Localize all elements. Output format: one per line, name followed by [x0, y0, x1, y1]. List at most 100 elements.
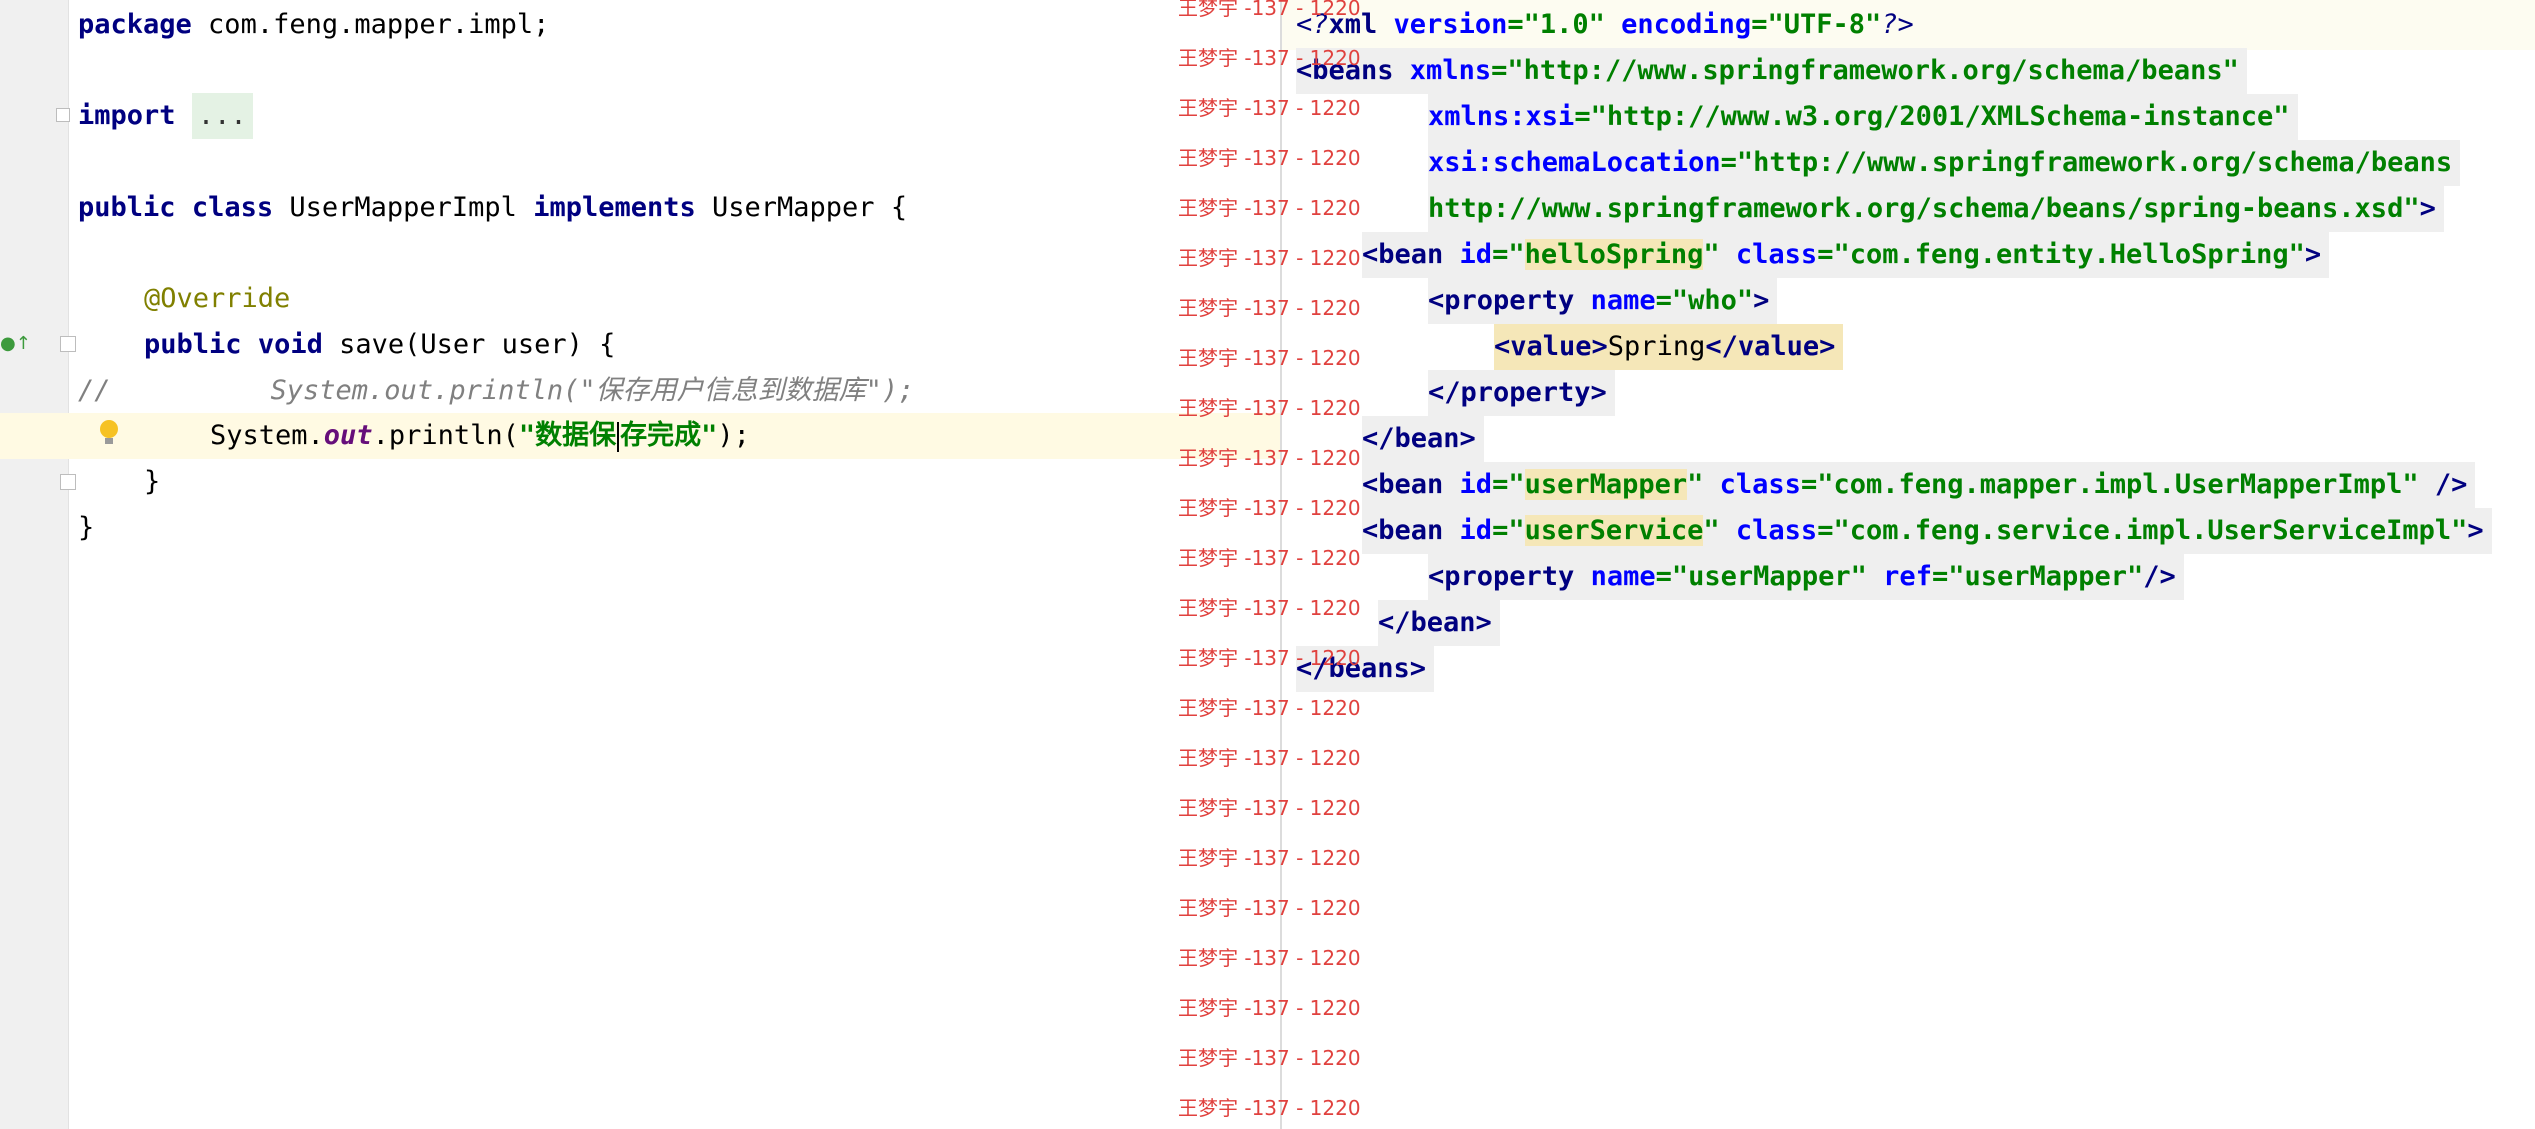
keyword-implements: implements — [533, 192, 696, 223]
watermark-text: 王梦宇 -137 - 1220 — [1178, 596, 1361, 620]
watermark-text: 王梦宇 -137 - 1220 — [1178, 946, 1361, 970]
tag-end: /> — [2418, 469, 2468, 500]
pi-close: ?> — [1881, 9, 1914, 40]
val-encoding: "UTF-8" — [1767, 9, 1882, 40]
bean-id-userservice: userService — [1524, 515, 1704, 546]
xml-line-declaration[interactable]: <?xml version="1.0" encoding="UTF-8"?> — [1296, 2, 1922, 48]
tag-value-close: </value> — [1705, 331, 1836, 362]
watermark-text: 王梦宇 -137 - 1220 — [1178, 646, 1361, 670]
package-name: com.feng.mapper.impl; — [191, 9, 550, 40]
attr-ref: ref — [1866, 561, 1932, 592]
val-version: "1.0" — [1523, 9, 1605, 40]
import-fold-placeholder[interactable]: ... — [191, 93, 253, 139]
bean-id-usermapper: userMapper — [1524, 469, 1688, 500]
attr-class: class — [1719, 515, 1818, 546]
val-xmlns: ="http://www.springframework.org/schema/… — [1491, 55, 2239, 86]
quote: " — [1687, 469, 1704, 500]
code-line-close-method[interactable]: } — [144, 459, 160, 505]
override-gutter-icon[interactable]: ●↑ — [0, 333, 31, 354]
xml-line-bean-close[interactable]: </bean> — [1362, 416, 1484, 462]
code-line-println[interactable]: System.out.println("数据保 存完成"); — [210, 413, 750, 459]
val-schema-location: ="http://www.springframework.org/schema/… — [1720, 147, 2453, 178]
xml-line-xmlns-xsi[interactable]: xmlns:xsi="http://www.w3.org/2001/XMLSch… — [1428, 94, 2298, 140]
println-end: ); — [717, 420, 750, 451]
eq: = — [1507, 9, 1524, 40]
class-name: UserMapperImpl — [273, 192, 534, 223]
attr-class: class — [1703, 469, 1801, 500]
watermark-text: 王梦宇 -137 - 1220 — [1178, 1046, 1361, 1070]
bean-id-hellospring: helloSpring — [1524, 239, 1704, 270]
attr-xmlns: xmlns — [1393, 55, 1492, 86]
tag-bean: <bean — [1362, 469, 1444, 500]
code-line-close-class[interactable]: } — [78, 505, 94, 551]
watermark-text: 王梦宇 -137 - 1220 — [1178, 446, 1361, 470]
quote: " — [1703, 515, 1720, 546]
tag-bean: <bean — [1362, 239, 1444, 270]
watermark-text: 王梦宇 -137 - 1220 — [1178, 396, 1361, 420]
watermark-text: 王梦宇 -137 - 1220 — [1178, 96, 1361, 120]
xml-line-bean-hellospring[interactable]: <bean id="helloSpring" class="com.feng.e… — [1362, 232, 2330, 278]
watermark-text: 王梦宇 -137 - 1220 — [1178, 996, 1361, 1020]
xml-line-beans-open[interactable]: <beans xmlns="http://www.springframework… — [1296, 48, 2247, 94]
keyword-public: public — [78, 192, 176, 223]
tag-bean-close: </bean> — [1378, 607, 1492, 638]
watermark-text: 王梦宇 -137 - 1220 — [1178, 846, 1361, 870]
comment-marker: // — [78, 375, 111, 406]
xml-line-bean-usermapper[interactable]: <bean id="userMapper" class="com.feng.ma… — [1362, 462, 2476, 508]
xml-line-property-close[interactable]: </property> — [1428, 370, 1615, 416]
attr-version: version — [1377, 9, 1508, 40]
code-line-method-decl[interactable]: public void save(User user) { — [144, 322, 615, 368]
attr-class: class — [1719, 239, 1818, 270]
watermark-text: 王梦宇 -137 - 1220 — [1178, 746, 1361, 770]
commented-code: System.out.println("保存用户信息到数据库"); — [270, 375, 915, 406]
attr-id: id — [1443, 469, 1493, 500]
text-caret — [617, 421, 620, 452]
watermark-text: 王梦宇 -137 - 1220 — [1178, 296, 1361, 320]
fold-toggle-method-end[interactable] — [60, 474, 76, 490]
java-editor-pane[interactable]: ●↑ package com.feng.mapper.impl; import … — [0, 0, 1280, 1129]
xml-line-schema-location[interactable]: xsi:schemaLocation="http://www.springfra… — [1428, 140, 2461, 186]
attr-encoding: encoding — [1604, 9, 1752, 40]
val-class: ="com.feng.entity.HelloSpring" — [1817, 239, 2305, 270]
val-name: ="who" — [1655, 285, 1754, 316]
lightbulb-icon[interactable] — [98, 419, 120, 447]
xml-line-value[interactable]: <value>Spring</value> — [1494, 324, 1844, 370]
closing-brace: } — [144, 466, 161, 497]
tag-property-close: </property> — [1428, 377, 1607, 408]
code-line-class-decl[interactable]: public class UserMapperImpl implements U… — [78, 185, 907, 231]
fold-toggle-import[interactable] — [56, 108, 70, 122]
override-annotation: @Override — [144, 283, 291, 314]
system-ref: System. — [210, 420, 324, 451]
watermark-text: 王梦宇 -137 - 1220 — [1178, 696, 1361, 720]
closing-brace: } — [78, 512, 95, 543]
attr-name: name — [1574, 561, 1656, 592]
xml-line-property-who[interactable]: <property name="who"> — [1428, 278, 1778, 324]
code-line-import[interactable]: import ... — [78, 93, 253, 139]
xml-line-schema-xsd[interactable]: http://www.springframework.org/schema/be… — [1428, 186, 2444, 232]
code-line-package[interactable]: package com.feng.mapper.impl; — [78, 2, 549, 48]
code-line-comment[interactable]: // System.out.println("保存用户信息到数据库"); — [78, 368, 914, 414]
attr-id: id — [1443, 239, 1493, 270]
tag-value-open: <value> — [1494, 331, 1608, 362]
val-class: ="com.feng.mapper.impl.UserMapperImpl" — [1800, 469, 2419, 500]
xml-line-property-ref[interactable]: <property name="userMapper" ref="userMap… — [1428, 554, 2184, 600]
tag-bean: <bean — [1362, 515, 1444, 546]
string-literal-part1: "数据保 — [518, 420, 617, 451]
keyword-package: package — [78, 9, 192, 40]
field-out: out — [323, 420, 373, 451]
xml-editor-pane[interactable]: <?xml version="1.0" encoding="UTF-8"?> <… — [1280, 0, 2535, 1129]
code-line-annotation[interactable]: @Override — [144, 276, 290, 322]
watermark-text: 王梦宇 -137 - 1220 — [1178, 1096, 1361, 1120]
watermark-text: 王梦宇 -137 - 1220 — [1178, 496, 1361, 520]
java-gutter: ●↑ — [0, 0, 76, 1129]
keyword-public: public — [144, 329, 242, 360]
val-class: ="com.feng.service.impl.UserServiceImpl" — [1817, 515, 2468, 546]
xml-line-bean-close-2[interactable]: </bean> — [1378, 600, 1500, 646]
watermark-text: 王梦宇 -137 - 1220 — [1178, 246, 1361, 270]
watermark-text: 王梦宇 -137 - 1220 — [1178, 796, 1361, 820]
eq: =" — [1492, 239, 1525, 270]
fold-toggle-method[interactable] — [60, 336, 76, 352]
interface-name: UserMapper { — [695, 192, 908, 223]
xml-line-bean-userservice[interactable]: <bean id="userService" class="com.feng.s… — [1362, 508, 2492, 554]
val-name: ="userMapper" — [1655, 561, 1867, 592]
